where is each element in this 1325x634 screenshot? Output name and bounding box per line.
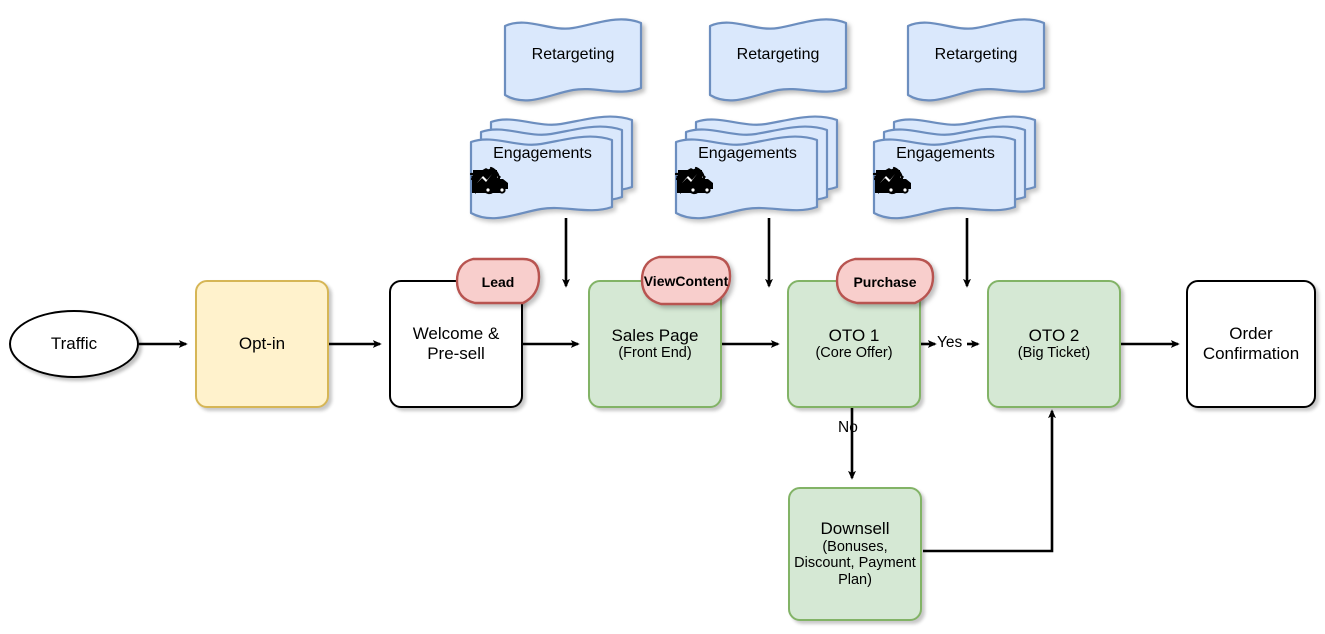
node-welcome-presell-line2: Pre-sell (427, 344, 485, 363)
flowchart-canvas: Yes No Traffic Opt-in Welcome & Pre-sell… (0, 0, 1325, 634)
node-opt-in[interactable]: Opt-in (195, 280, 329, 408)
doc-engagements-1[interactable]: Engagements @ (469, 115, 659, 223)
node-order-confirmation[interactable]: Order Confirmation (1186, 280, 1316, 408)
doc-engagements-2[interactable]: Engagements @ (674, 115, 864, 223)
node-sales-page-line2: (Front End) (618, 345, 692, 362)
node-opt-in-label: Opt-in (238, 334, 286, 354)
edge-label-yes: Yes (937, 334, 963, 351)
node-order-confirmation-line1: Order (1229, 324, 1273, 344)
node-downsell-line1: Downsell (820, 518, 890, 538)
doc-engagements-3[interactable]: Engagements @ (872, 115, 1062, 223)
doc-retargeting-3[interactable]: Retargeting (905, 18, 1047, 102)
node-traffic[interactable]: Traffic (9, 310, 139, 378)
node-order-confirmation-line2: Confirmation (1202, 344, 1300, 363)
node-oto-1-line2: (Core Offer) (815, 345, 893, 362)
badge-purchase[interactable]: Purchase (835, 255, 935, 311)
doc-retargeting-2[interactable]: Retargeting (707, 18, 849, 102)
node-oto-1-line1: OTO 1 (828, 325, 880, 345)
node-downsell-line4: Plan) (838, 572, 872, 589)
node-downsell-line2: (Bonuses, (822, 538, 888, 555)
edge-downsell-to-oto2 (923, 409, 1056, 553)
badge-view-content[interactable]: View Content (640, 253, 732, 311)
node-oto-2-line2: (Big Ticket) (1017, 345, 1091, 362)
node-sales-page-line1: Sales Page (611, 325, 699, 345)
node-welcome-presell-line1: Welcome & (412, 324, 500, 344)
node-downsell-line3: Discount, Payment (794, 555, 916, 572)
edge-label-no: No (838, 419, 858, 436)
node-oto-2[interactable]: OTO 2 (Big Ticket) (987, 280, 1121, 408)
node-oto-2-line1: OTO 2 (1028, 325, 1080, 345)
doc-retargeting-1[interactable]: Retargeting (502, 18, 644, 102)
badge-lead[interactable]: Lead (455, 255, 541, 311)
node-downsell[interactable]: Downsell (Bonuses, Discount, Payment Pla… (788, 487, 922, 621)
node-traffic-label: Traffic (50, 334, 98, 354)
